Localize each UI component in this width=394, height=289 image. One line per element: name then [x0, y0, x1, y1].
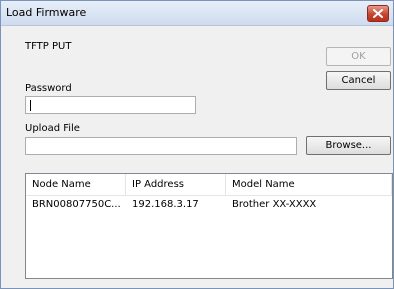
window-title: Load Firmware [6, 6, 87, 19]
column-header-node-name[interactable]: Node Name [26, 174, 126, 195]
title-bar[interactable]: Load Firmware [1, 1, 393, 26]
close-button[interactable] [367, 5, 389, 22]
password-label: Password [25, 83, 72, 94]
cancel-button[interactable]: Cancel [326, 71, 391, 90]
browse-button[interactable]: Browse... [306, 136, 391, 155]
upload-file-label: Upload File [25, 123, 80, 134]
device-list[interactable]: Node Name IP Address Model Name BRN00807… [25, 173, 393, 279]
column-header-ip-address[interactable]: IP Address [126, 174, 226, 195]
model-name-cell: Brother XX-XXXX [232, 199, 317, 210]
upload-file-field[interactable] [25, 137, 297, 155]
text-caret [30, 100, 31, 111]
load-firmware-dialog: Load Firmware TFTP PUT OK Cancel Passwor… [0, 0, 394, 289]
list-header: Node Name IP Address Model Name [26, 174, 392, 196]
ok-button[interactable]: OK [326, 47, 391, 66]
protocol-label: TFTP PUT [25, 41, 72, 52]
ip-address-cell: 192.168.3.17 [132, 199, 199, 210]
password-field[interactable] [25, 96, 196, 114]
close-icon [373, 9, 383, 18]
column-header-model-name[interactable]: Model Name [226, 174, 392, 195]
node-name-cell: BRN00807750C... [32, 199, 121, 210]
